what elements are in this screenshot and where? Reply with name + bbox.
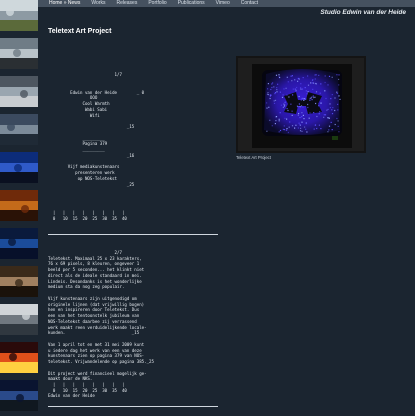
- thumbnail-9[interactable]: [0, 304, 38, 335]
- thumbnail-10[interactable]: [0, 342, 38, 373]
- teletext-line: 0 10 15 20 25 30 35 40: [48, 216, 127, 221]
- thumbnail-8[interactable]: [0, 266, 38, 297]
- nav-item-contact[interactable]: Contact: [241, 0, 258, 8]
- thumbnail-5[interactable]: [0, 152, 38, 183]
- thumbnail-strip: [0, 0, 38, 415]
- teletext-page-1: 1/7 Edwin van der Heide _ 0 OOO Cool War…: [48, 67, 223, 222]
- thumbnail-11[interactable]: [0, 380, 38, 411]
- top-nav-bar: Home » News Works Releases Portfolio Publica…: [38, 0, 415, 7]
- nav-item-home-news[interactable]: Home » News: [49, 0, 80, 8]
- site-title[interactable]: Studio Edwin van der Heide: [320, 9, 406, 16]
- thumbnail-7[interactable]: [0, 228, 38, 259]
- project-photo[interactable]: [236, 56, 366, 153]
- thumbnail-6[interactable]: [0, 190, 38, 221]
- divider: [48, 234, 218, 236]
- thumbnail-1[interactable]: [0, 0, 38, 31]
- nav-item-publications[interactable]: Publications: [178, 0, 205, 8]
- nav-item-works[interactable]: Works: [91, 0, 105, 8]
- teletext-block: 1/7 Edwin van der Heide _ 0 OOO Cool War…: [48, 55, 223, 416]
- nav-item-vimeo[interactable]: Vimeo: [216, 0, 230, 8]
- thumbnail-4[interactable]: [0, 114, 38, 145]
- author-credit: Edwin van der Heide: [48, 393, 95, 398]
- thumbnail-2[interactable]: [0, 38, 38, 69]
- divider: [48, 406, 218, 407]
- nav-item-portfolio[interactable]: Portfolio: [148, 0, 166, 8]
- thumbnail-3[interactable]: [0, 76, 38, 107]
- page-title: Teletext Art Project: [48, 28, 112, 35]
- photo-caption: Teletext Art Project: [236, 155, 271, 160]
- nav-item-releases[interactable]: Releases: [116, 0, 137, 8]
- nav-menu: Home » News Works Releases Portfolio Publica…: [49, 0, 269, 8]
- teletext-page-2: 2/7 Teletekst. Maximaal 25 x 23 karakters…: [48, 250, 223, 394]
